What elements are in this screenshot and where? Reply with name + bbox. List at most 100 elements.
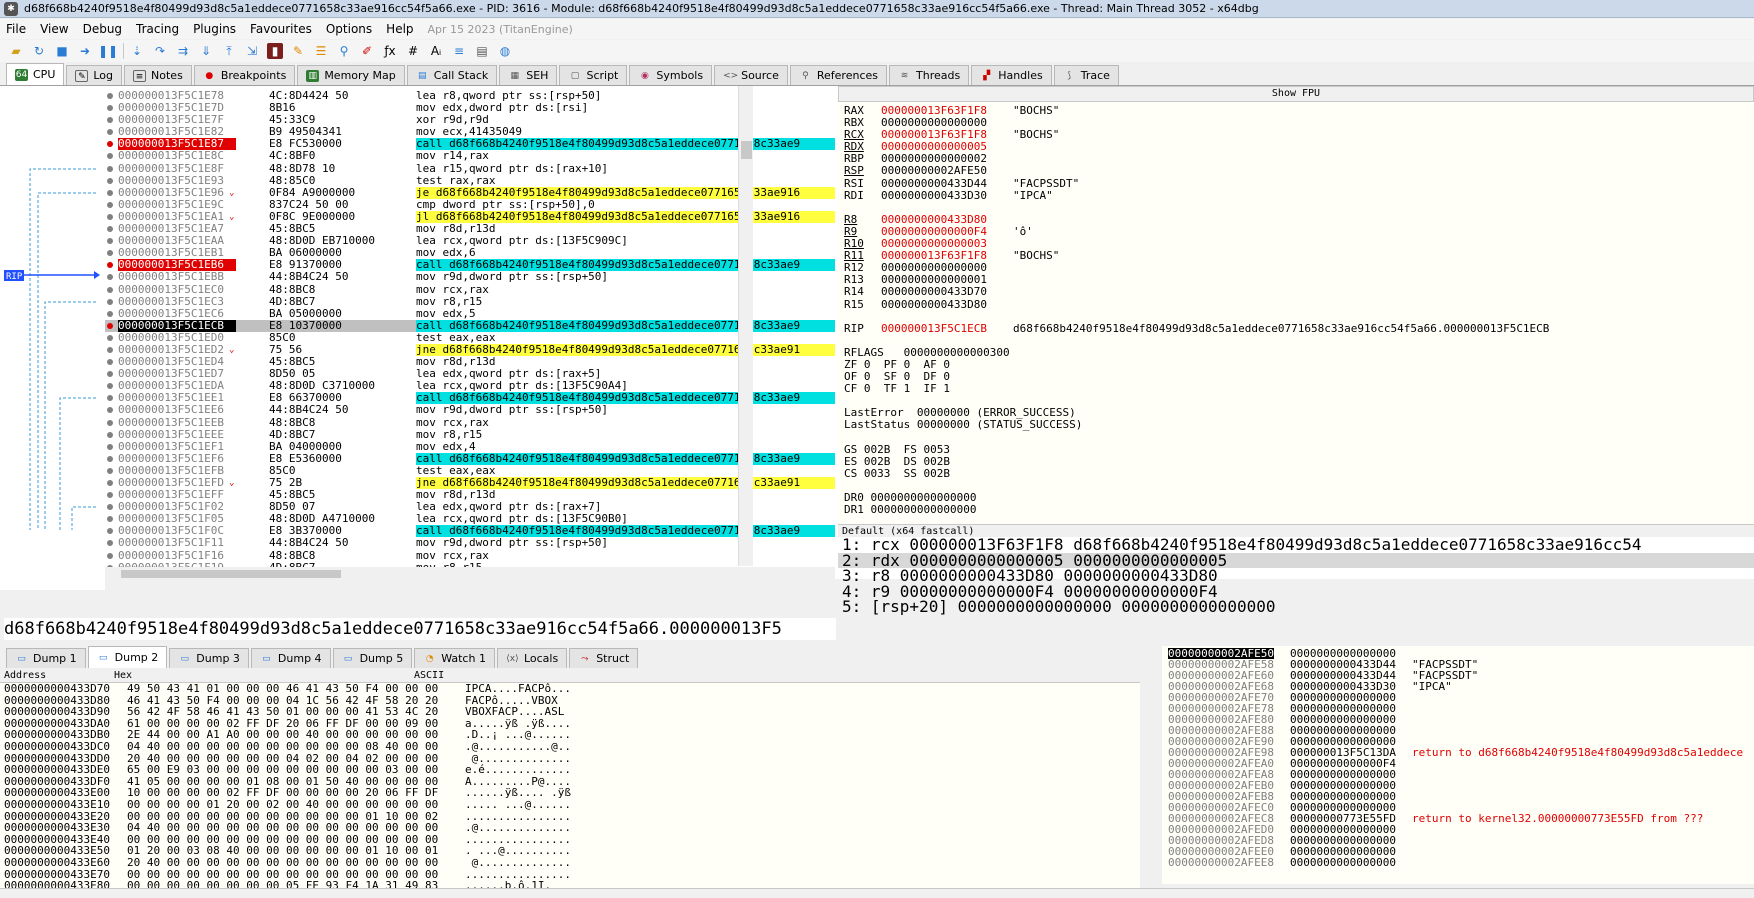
dump-row[interactable]: 0000000000433E60 20 40 00 00 00 00 00 00 … (0, 857, 1140, 869)
callconv-arg-row[interactable]: 2: rdx 0000000000000005 0000000000000005 (838, 552, 1754, 568)
dump-row[interactable]: 0000000000433DC0 04 40 00 00 00 00 00 00 … (0, 741, 1140, 753)
tab-call-stack[interactable]: ▤ Call Stack (406, 65, 498, 85)
breakpoint-dot-icon[interactable] (107, 419, 113, 426)
breakpoint-dot-icon[interactable] (107, 298, 113, 305)
help-globe-icon[interactable]: ◍ (497, 43, 513, 59)
patch-icon[interactable]: ✎ (290, 43, 306, 59)
menu-file[interactable]: File (6, 22, 26, 36)
execute-till-return-icon[interactable]: ⇓ (198, 43, 214, 59)
callconv-arg-row[interactable]: 5: [rsp+20] 0000000000000000 00000000000… (838, 599, 1754, 615)
menu-view[interactable]: View (40, 22, 68, 36)
tab-source[interactable]: <> Source (714, 65, 788, 85)
disasm-hscroll[interactable] (105, 567, 835, 581)
breakpoint-dot-icon[interactable] (107, 310, 113, 317)
breakpoint-dot-icon[interactable] (107, 189, 113, 196)
breakpoint-dot-icon[interactable] (107, 226, 113, 233)
flags-row[interactable]: ZF 0 PF 0 AF 0 (838, 358, 1754, 371)
breakpoint-dot-icon[interactable] (107, 455, 113, 462)
registers-panel[interactable]: Show FPU RAX 000000013F63F1F8 "BOCHS" RBX 00… (838, 86, 1754, 526)
stack-panel[interactable]: 00000000002AFE50 0000000000000000 00000000… (1162, 646, 1754, 884)
register-row[interactable]: RSI 0000000000433D44 "FACPSSDT" (838, 177, 1754, 190)
calculator-icon[interactable]: ≡ (451, 43, 467, 59)
disasm-row[interactable]: 000000013F5C1EEE 4D:8BC7 mov r8,r15 (105, 428, 835, 441)
rflags-row[interactable]: RFLAGS 0000000000000300 (838, 346, 1754, 359)
tab-watch-1[interactable]: ◔ Watch 1 (414, 648, 495, 668)
register-row[interactable]: RSP 00000000002AFE50 (838, 165, 1754, 177)
comments-icon[interactable]: ☰ (313, 43, 329, 59)
breakpoint-dot-icon[interactable] (107, 528, 113, 535)
strings-icon[interactable]: Aᵢ (428, 43, 444, 59)
menu-options[interactable]: Options (326, 22, 372, 36)
disasm-row[interactable]: 000000013F5C1E93 48:85C0 test rax,rax (105, 174, 835, 187)
breakpoint-dot-icon[interactable] (107, 504, 113, 511)
command-bar[interactable] (0, 888, 1754, 898)
open-icon[interactable]: ▰ (8, 43, 24, 59)
tab-dump-3[interactable]: ▭ Dump 3 (169, 648, 249, 668)
dump-col-hex[interactable]: Hex (114, 670, 132, 681)
scroll-thumb[interactable] (121, 570, 341, 578)
restart-icon[interactable]: ↻ (31, 43, 47, 59)
breakpoint-dot-icon[interactable] (107, 516, 113, 523)
functions-icon[interactable]: ƒx (382, 43, 398, 59)
tab-breakpoints[interactable]: ● Breakpoints (193, 65, 296, 85)
register-row[interactable]: RDI 0000000000433D30 "IPCA" (838, 189, 1754, 202)
disassembly-view[interactable]: 000000013F5C1E78 4C:8D4424 50 lea r8,qword… (105, 90, 835, 568)
breakpoint-dot-icon[interactable] (107, 129, 113, 136)
hex-dump-panel[interactable]: Address Hex ASCII 0000000000433D70 49 50 … (0, 670, 1140, 891)
breakpoint-dot-icon[interactable] (107, 201, 113, 208)
disasm-row[interactable]: 000000013F5C1EE6 44:8B4C24 50 mov r9d,dwor… (105, 404, 835, 416)
breakpoint-dot-icon[interactable] (107, 552, 113, 559)
callconv-header[interactable]: Default (x64 fastcall) (838, 524, 1754, 537)
scylla-icon[interactable]: ▮ (267, 43, 283, 59)
breakpoint-dot-icon[interactable] (107, 262, 113, 269)
register-row[interactable]: RIP 000000013F5C1ECB d68f668b4240f9518e4f8… (838, 322, 1754, 335)
run-icon[interactable]: ➜ (77, 43, 93, 59)
breakpoint-dot-icon[interactable] (107, 250, 113, 257)
breakpoint-dot-icon[interactable] (107, 383, 113, 390)
breakpoint-dot-icon[interactable] (107, 395, 113, 402)
show-fpu-button[interactable]: Show FPU (838, 86, 1754, 102)
stack-row[interactable]: 00000000002AFEE8 0000000000000000 (1162, 857, 1754, 868)
menu-help[interactable]: Help (386, 22, 413, 36)
callconv-arg-row[interactable]: 4: r9 00000000000000F4 00000000000000F4 (838, 584, 1754, 600)
disasm-row[interactable]: 000000013F5C1EC0 48:8BC8 mov rcx,rax (105, 283, 835, 296)
menu-debug[interactable]: Debug (83, 22, 122, 36)
tab-struct[interactable]: ⤳ Struct (569, 648, 639, 668)
tab-script[interactable]: ▢ Script (559, 65, 628, 85)
disasm-row[interactable]: 000000013F5C1F16 48:8BC8 mov rcx,rax (105, 549, 835, 562)
breakpoint-dot-icon[interactable] (107, 346, 113, 353)
tab-handles[interactable]: ▞ Handles (971, 65, 1052, 85)
menu-plugins[interactable]: Plugins (193, 22, 236, 36)
dump-col-address[interactable]: Address (4, 670, 46, 681)
segment-row[interactable]: CS 0033 SS 002B (838, 467, 1754, 480)
breakpoint-dot-icon[interactable] (107, 540, 113, 547)
segment-row[interactable]: GS 002B FS 0053 (838, 443, 1754, 456)
disasm-vscroll[interactable] (738, 86, 753, 566)
breakpoint-dot-icon[interactable] (107, 467, 113, 474)
tab-dump-5[interactable]: ▭ Dump 5 (332, 648, 413, 668)
tab-log[interactable]: ✎ Log (66, 65, 123, 85)
breakpoint-dot-icon[interactable] (107, 322, 113, 329)
breakpoint-dot-icon[interactable] (107, 443, 113, 450)
breakpoint-dot-icon[interactable] (107, 274, 113, 281)
tab-dump-1[interactable]: ▭ Dump 1 (6, 648, 86, 668)
breakpoint-dot-icon[interactable] (107, 286, 113, 293)
breakpoint-dot-icon[interactable] (107, 93, 113, 99)
last-status-row[interactable]: LastStatus 00000000 (STATUS_SUCCESS) (838, 419, 1754, 431)
menu-tracing[interactable]: Tracing (136, 22, 179, 36)
disasm-row[interactable]: 000000013F5C1EC6 BA 05000000 mov edx,5 (105, 307, 835, 320)
disasm-row[interactable]: 000000013F5C1EC3 4D:8BC7 mov r8,r15 (105, 295, 835, 308)
tab-memory-map[interactable]: ▥ Memory Map (297, 65, 405, 85)
breakpoint-dot-icon[interactable] (107, 480, 113, 486)
bookmarks-icon[interactable]: ✐ (359, 43, 375, 59)
disasm-row[interactable]: 000000013F5C1E8F 48:8D78 10 lea r15,qword … (105, 162, 835, 175)
tab-notes[interactable]: ≡ Notes (124, 65, 192, 85)
breakpoint-dot-icon[interactable] (107, 492, 113, 499)
dump-row[interactable]: 0000000000433E10 00 00 00 00 01 20 00 02 … (0, 799, 1140, 811)
breakpoint-dot-icon[interactable] (107, 359, 113, 366)
tab-locals[interactable]: ⟨x⟩ Locals (496, 648, 568, 668)
tab-dump-4[interactable]: ▭ Dump 4 (250, 648, 331, 668)
disasm-row[interactable]: 000000013F5C1EF1 BA 04000000 mov edx,4 (105, 440, 835, 453)
sidebar-icon[interactable]: ▤ (474, 43, 490, 59)
breakpoint-dot-icon[interactable] (107, 238, 113, 245)
